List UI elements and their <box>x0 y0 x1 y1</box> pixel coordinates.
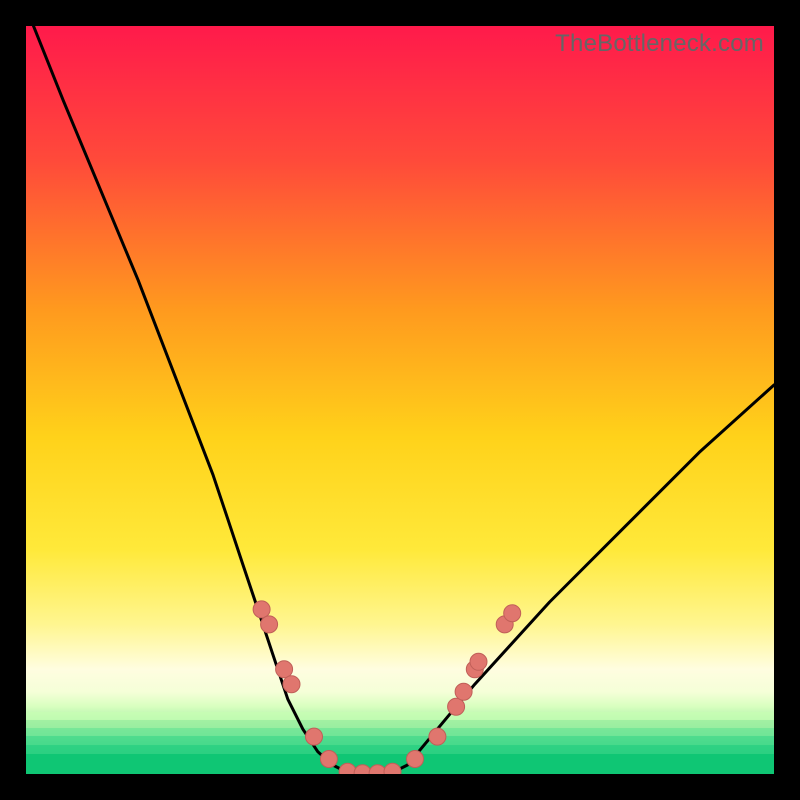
data-marker <box>448 698 465 715</box>
data-marker <box>354 765 371 774</box>
data-marker <box>276 661 293 678</box>
bottleneck-curve <box>34 26 775 774</box>
data-marker <box>283 676 300 693</box>
data-marker <box>306 728 323 745</box>
chart-stage: TheBottleneck.com <box>0 0 800 800</box>
plot-area: TheBottleneck.com <box>26 26 774 774</box>
data-marker <box>261 616 278 633</box>
data-marker <box>455 683 472 700</box>
data-marker <box>470 653 487 670</box>
data-marker <box>504 605 521 622</box>
data-marker <box>407 751 424 768</box>
data-marker <box>384 763 401 774</box>
watermark-text: TheBottleneck.com <box>555 30 764 58</box>
data-marker <box>253 601 270 618</box>
data-marker <box>339 763 356 774</box>
data-marker <box>320 751 337 768</box>
data-marker <box>429 728 446 745</box>
curve-layer <box>26 26 774 774</box>
